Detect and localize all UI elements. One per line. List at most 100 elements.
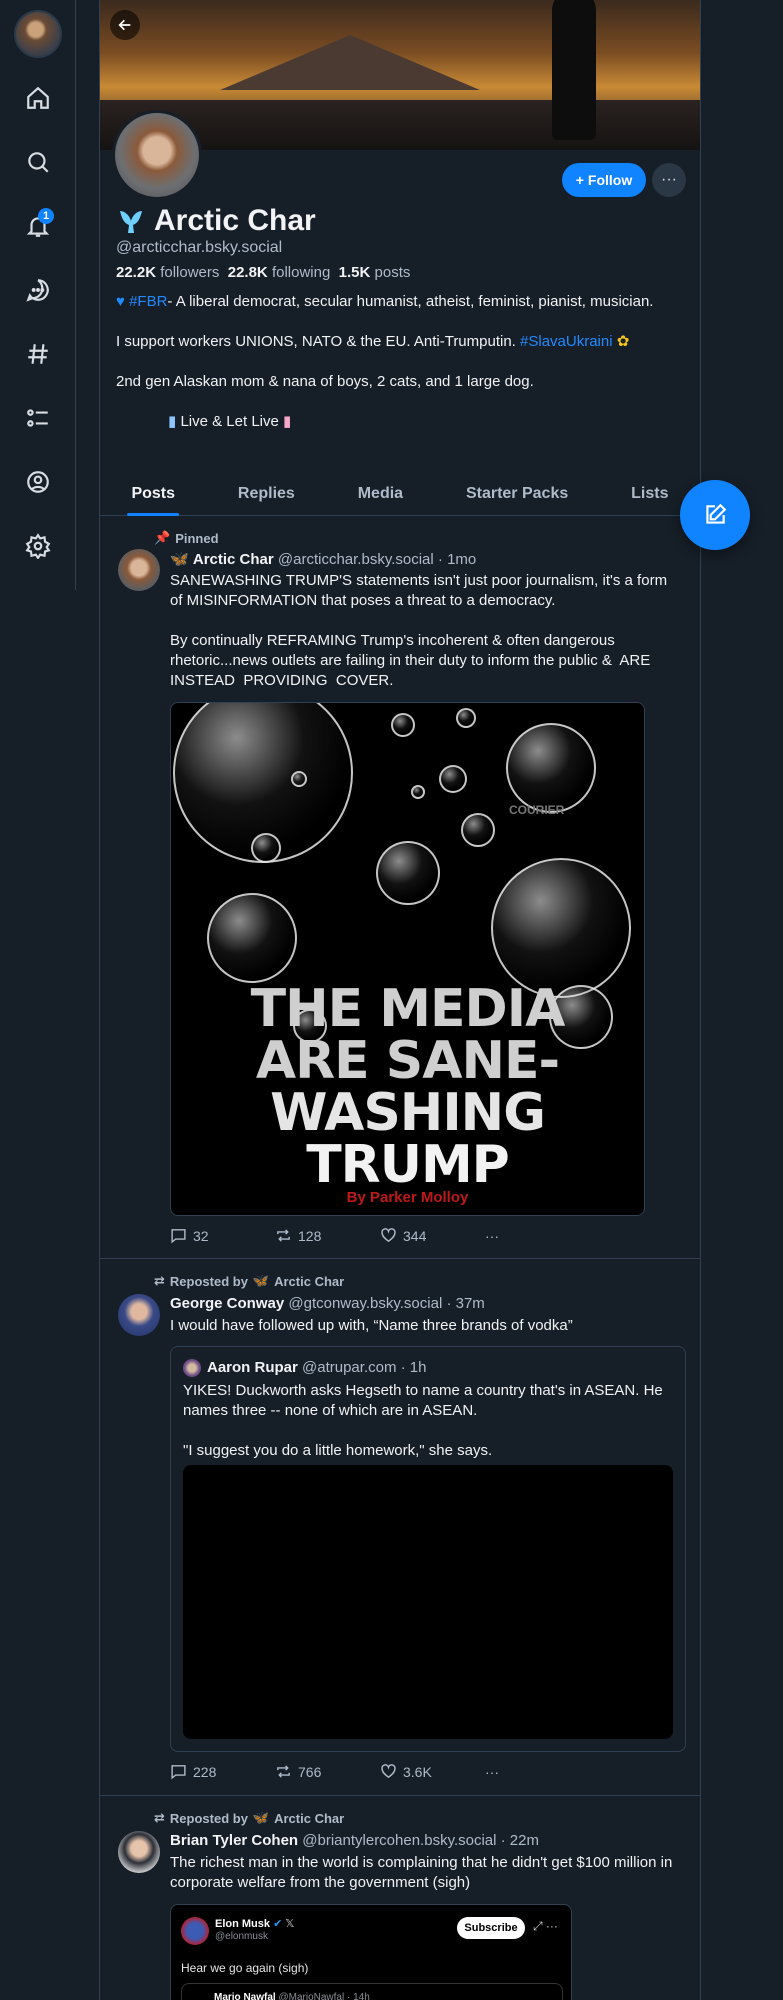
- reply-button[interactable]: 32: [170, 1227, 275, 1244]
- repost-by-name[interactable]: Arctic Char: [274, 1274, 344, 1289]
- post-author-avatar[interactable]: [118, 1294, 160, 1336]
- user-avatar[interactable]: [14, 10, 62, 58]
- hashtag-icon: [28, 344, 48, 364]
- lists-button[interactable]: [18, 398, 58, 438]
- plus-icon: +: [575, 172, 584, 188]
- quote-video[interactable]: [183, 1465, 673, 1739]
- like-count: 3.6K: [403, 1763, 432, 1780]
- arrow-left-icon: [118, 19, 131, 31]
- followers-label[interactable]: followers: [160, 264, 219, 281]
- home-button[interactable]: [18, 78, 58, 118]
- profile-handle: @arcticchar.bsky.social: [116, 239, 283, 256]
- like-button[interactable]: 3.6K: [380, 1763, 485, 1780]
- quote-author-handle: @atrupar.com: [302, 1359, 397, 1376]
- verified-icon: ✔: [273, 1918, 283, 1930]
- ellipsis-icon: ···: [485, 1763, 499, 1780]
- repost-button[interactable]: 128: [275, 1227, 380, 1244]
- bubble: [391, 713, 415, 737]
- post-time[interactable]: · 22m: [501, 1832, 539, 1849]
- embed-name-text: Elon Musk: [215, 1918, 271, 1930]
- post-more-button[interactable]: ···: [485, 1763, 590, 1780]
- embed-inner-tweet: Mario Nawfal @MarioNawfal · 14h: [181, 1983, 563, 2000]
- headline-line-4: TRUMP: [306, 1135, 510, 1195]
- repost-button[interactable]: 766: [275, 1763, 380, 1780]
- followers-count[interactable]: 22.2K: [116, 264, 156, 281]
- compose-icon: [706, 503, 727, 524]
- bubble: [251, 833, 281, 863]
- post-author-handle[interactable]: @gtconway.bsky.social: [288, 1295, 442, 1312]
- profile-avatar[interactable]: [112, 110, 202, 200]
- post-header: Brian Tyler Cohen @briantylercohen.bsky.…: [170, 1832, 539, 1849]
- embedded-screenshot[interactable]: Elon Musk ✔ 𝕏 @elonmusk Subscribe ⤢ ··· …: [170, 1904, 572, 2000]
- repost-context: ⇄ Reposted by 🦋 Arctic Char: [154, 1273, 344, 1289]
- display-name: Arctic Char: [154, 204, 316, 237]
- posts-label: posts: [374, 264, 411, 281]
- following-count[interactable]: 22.8K: [228, 264, 268, 281]
- butterfly-icon: 🦋: [252, 1810, 270, 1825]
- pinned-context: 📌 Pinned: [154, 530, 219, 546]
- reply-button[interactable]: 228: [170, 1763, 275, 1780]
- embed-handle: @elonmusk: [215, 1931, 268, 1942]
- headline-line-1: THE MEDIA: [250, 979, 566, 1039]
- post-text: I would have followed up with, “Name thr…: [170, 1317, 573, 1334]
- post-image[interactable]: COURIER THE MEDIA ARE SANE- WASHING TRUM…: [170, 702, 645, 1216]
- quoted-post[interactable]: Aaron Rupar @atrupar.com · 1h YIKES! Duc…: [170, 1346, 686, 1752]
- tab-replies[interactable]: Replies: [234, 472, 299, 516]
- post-header: 🦋 Arctic Char @arcticchar.bsky.social · …: [170, 550, 476, 568]
- tab-lists[interactable]: Lists: [627, 472, 672, 516]
- bio-hashtag-slava[interactable]: #SlavaUkraini: [520, 333, 613, 350]
- bio-line-3: 2nd gen Alaskan mom & nana of boys, 2 ca…: [116, 373, 534, 390]
- banner-mountain: [220, 35, 480, 90]
- profile-name: Arctic Char: [116, 204, 316, 238]
- notification-badge: 1: [38, 208, 54, 224]
- post-text: SANEWASHING TRUMP'S statements isn't jus…: [170, 572, 668, 689]
- like-count: 344: [403, 1227, 427, 1244]
- bio-line-2: I support workers UNIONS, NATO & the EU.…: [116, 333, 521, 350]
- bio-line-1: - A liberal democrat, secular humanist, …: [167, 293, 654, 310]
- post-header: George Conway @gtconway.bsky.social · 37…: [170, 1295, 485, 1312]
- back-button[interactable]: [110, 10, 140, 40]
- bubble: [456, 708, 476, 728]
- post-author-handle[interactable]: @briantylercohen.bsky.social: [302, 1832, 496, 1849]
- post-author-avatar[interactable]: [118, 1831, 160, 1873]
- profile-stats: 22.2K followers 22.8K following 1.5K pos…: [116, 264, 410, 281]
- following-label[interactable]: following: [272, 264, 330, 281]
- headline-line-2: ARE SANE-: [255, 1031, 560, 1091]
- embed-more-icon: ⤢ ···: [533, 1919, 558, 1933]
- repost-by-name[interactable]: Arctic Char: [274, 1811, 344, 1826]
- tab-posts[interactable]: Posts: [127, 472, 179, 516]
- post-time[interactable]: · 37m: [446, 1295, 484, 1312]
- feeds-button[interactable]: [18, 334, 58, 374]
- quote-author-name: Aaron Rupar: [207, 1359, 298, 1376]
- post-author-name[interactable]: Brian Tyler Cohen: [170, 1832, 298, 1849]
- post-author-handle[interactable]: @arcticchar.bsky.social: [278, 551, 434, 568]
- gear-icon: [25, 533, 51, 559]
- quote-header: Aaron Rupar @atrupar.com · 1h: [207, 1359, 426, 1376]
- heart-icon: [381, 1764, 396, 1779]
- like-button[interactable]: 344: [380, 1227, 485, 1244]
- post-more-button[interactable]: ···: [485, 1227, 590, 1244]
- follow-button[interactable]: + Follow: [562, 163, 646, 197]
- quote-author-avatar: [183, 1359, 201, 1377]
- profile-button[interactable]: [18, 462, 58, 502]
- profile-icon: [27, 471, 49, 493]
- notifications-button[interactable]: 1: [18, 206, 58, 246]
- search-button[interactable]: [18, 142, 58, 182]
- profile-more-button[interactable]: ···: [652, 163, 686, 197]
- settings-button[interactable]: [18, 526, 58, 566]
- post-time[interactable]: · 1mo: [438, 551, 476, 568]
- compose-button[interactable]: [680, 480, 750, 550]
- post-author-name[interactable]: George Conway: [170, 1295, 284, 1312]
- tab-media[interactable]: Media: [354, 472, 407, 516]
- bubble: [291, 771, 307, 787]
- chat-icon: [26, 279, 49, 302]
- tab-starter-packs[interactable]: Starter Packs: [462, 472, 572, 516]
- bubble: [376, 841, 440, 905]
- embed-name: Elon Musk ✔ 𝕏: [215, 1917, 294, 1930]
- post-author-avatar[interactable]: [118, 549, 160, 591]
- quote-time: · 1h: [400, 1359, 427, 1376]
- reply-count: 228: [193, 1763, 217, 1780]
- bio-hashtag-fbr[interactable]: #FBR: [129, 293, 167, 310]
- chat-button[interactable]: [18, 270, 58, 310]
- post-author-name[interactable]: Arctic Char: [193, 551, 274, 568]
